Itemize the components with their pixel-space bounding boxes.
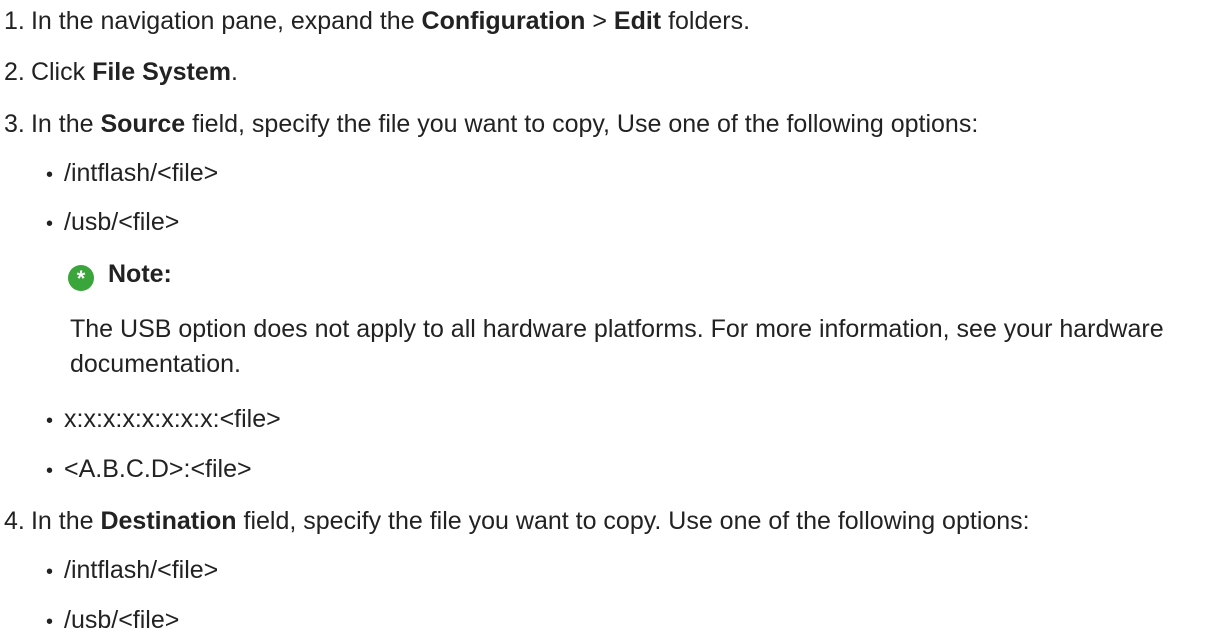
list-item: • /usb/<file>	[46, 207, 179, 239]
option-text: /intflash/<file>	[64, 556, 219, 584]
step-text-part: In the navigation pane, expand the	[30, 7, 422, 35]
step-text: Click File System.	[31, 57, 238, 87]
list-item: • /usb/<file>	[46, 605, 179, 637]
step-text-part: .	[231, 58, 238, 86]
step-text-part: >	[585, 7, 614, 35]
ui-term-configuration: Configuration	[421, 7, 586, 35]
list-item: • /intflash/<file>	[46, 555, 218, 587]
step-number: 4.	[4, 507, 25, 535]
step-1: 1. In the navigation pane, expand the Co…	[0, 6, 750, 36]
note-label: Note:	[108, 260, 172, 288]
note-header: * Note:	[68, 259, 172, 291]
ui-term-file-system: File System	[92, 58, 232, 86]
option-text: x:x:x:x:x:x:x:x:<file>	[64, 405, 281, 433]
bullet-icon: •	[46, 410, 54, 432]
step-2: 2. Click File System.	[0, 57, 238, 87]
step-text-part: field, specify the file you want to copy…	[236, 507, 1030, 535]
step-text: In the Destination field, specify the fi…	[31, 506, 1030, 536]
note-text: The USB option does not apply to all har…	[70, 315, 1164, 378]
step-text-part: In the	[30, 110, 101, 138]
bullet-icon: •	[46, 213, 54, 235]
step-text: In the navigation pane, expand the Confi…	[31, 6, 750, 36]
ui-term-source: Source	[100, 110, 186, 138]
list-item: • x:x:x:x:x:x:x:x:<file>	[46, 404, 281, 436]
bullet-icon: •	[46, 561, 54, 583]
option-text: /usb/<file>	[64, 606, 180, 634]
step-number: 2.	[4, 58, 25, 86]
step-3: 3. In the Source field, specify the file…	[0, 109, 978, 139]
bullet-icon: •	[46, 460, 54, 482]
step-text-part: field, specify the file you want to copy…	[185, 110, 979, 138]
note-asterisk-icon: *	[68, 265, 94, 291]
step-text-part: Click	[30, 58, 93, 86]
list-item: • <A.B.C.D>:<file>	[46, 454, 252, 486]
option-text: /intflash/<file>	[64, 159, 219, 187]
option-text: <A.B.C.D>:<file>	[64, 455, 252, 483]
bullet-icon: •	[46, 164, 54, 186]
step-4: 4. In the Destination field, specify the…	[0, 506, 1030, 536]
step-text-part: In the	[30, 507, 101, 535]
ui-term-destination: Destination	[100, 507, 237, 535]
bullet-icon: •	[46, 611, 54, 633]
ui-term-edit: Edit	[613, 7, 662, 35]
step-text-part: folders.	[661, 7, 751, 35]
list-item: • /intflash/<file>	[46, 158, 218, 190]
step-text: In the Source field, specify the file yo…	[31, 109, 978, 139]
step-number: 3.	[4, 110, 25, 138]
option-text: /usb/<file>	[64, 208, 180, 236]
step-number: 1.	[4, 7, 25, 35]
